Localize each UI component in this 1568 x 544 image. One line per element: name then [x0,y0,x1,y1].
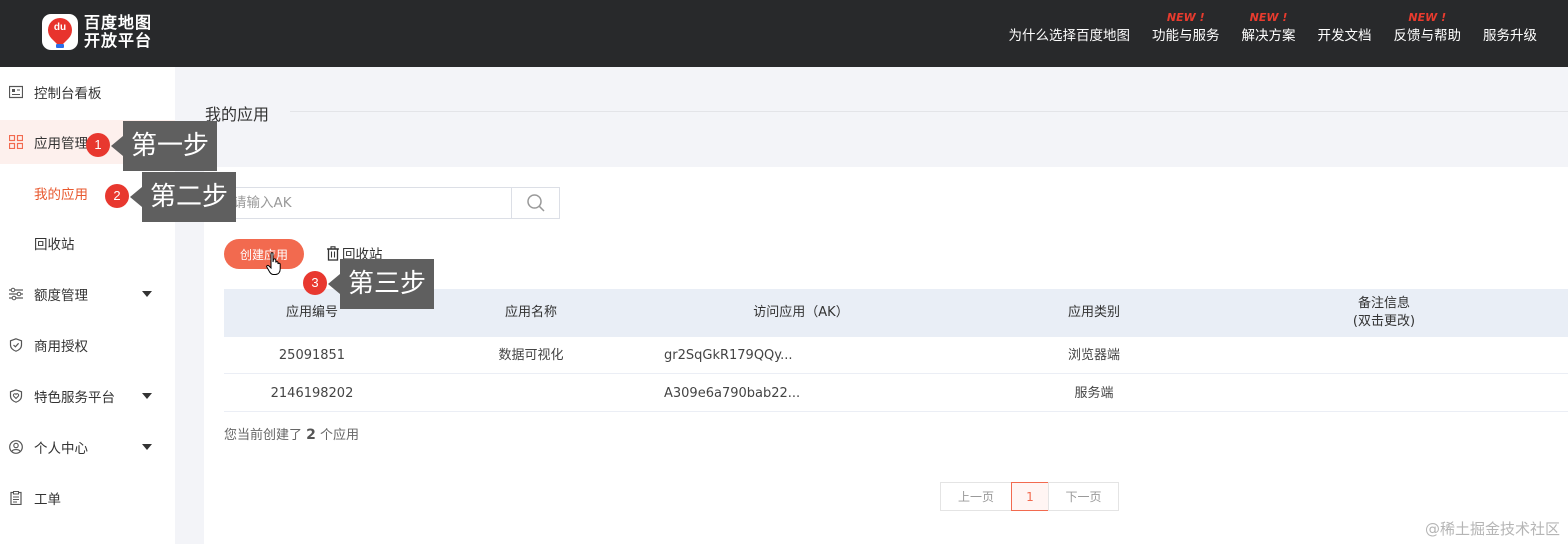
sidebar-item-featured-services[interactable]: 特色服务平台 [0,374,175,418]
cell-app-name [442,375,620,412]
sidebar-item-quota[interactable]: 额度管理 [0,272,175,316]
title-divider [290,111,1568,112]
user-icon [9,440,23,454]
step-1-callout: 第一步 [110,121,218,171]
nav-features[interactable]: NEW ! 功能与服务 [1141,0,1231,67]
search-box [224,187,560,219]
step-1-marker: 1 [86,133,110,157]
cell-ak[interactable]: A309e6a790bab22... [664,375,924,412]
sidebar-item-dashboard[interactable]: 控制台看板 [0,70,175,114]
step-3-callout: 第三步 [327,259,435,309]
sidebar-item-label: 商用授权 [34,339,88,355]
step-2-callout: 第二步 [129,172,237,222]
new-badge: NEW ! [1408,11,1447,24]
cell-app-type: 浏览器端 [1067,348,1120,363]
cell-app-id: 25091851 [278,348,346,363]
sidebar-item-label: 我的应用 [34,187,88,203]
main-header: 我的应用 [175,67,1568,167]
cell-note[interactable] [1284,337,1484,374]
page-1-button[interactable]: 1 [1011,482,1049,511]
sidebar-item-label: 回收站 [34,237,75,253]
app-count: 2 [306,427,316,443]
col-app-type: 应用类别 [1067,305,1120,320]
main-content: 创建应用 回收站 应用编号 应用名称 访问应用（AK） 应用类别 备注信息 (双… [204,167,1568,544]
sidebar-item-personal-center[interactable]: 个人中心 [0,425,175,469]
dashboard-icon [9,85,23,99]
cell-app-id: 2146198202 [270,386,354,401]
sidebar-item-label: 控制台看板 [34,86,102,102]
col-ak: 访问应用（AK） [753,305,849,320]
chevron-down-icon [142,291,152,297]
nav-solutions[interactable]: NEW ! 解决方案 [1231,0,1307,67]
table-row[interactable]: 2146198202 A309e6a790bab22... 服务端 [224,375,1568,412]
top-bar: du 百度地图 开放平台 为什么选择百度地图 NEW ! 功能与服务 NEW ! 解… [0,0,1568,67]
sidebar-item-label: 个人中心 [34,441,88,457]
col-note: 备注信息 (双击更改) [1352,296,1416,329]
search-icon [526,194,545,212]
sidebar-item-commercial-license[interactable]: 商用授权 [0,323,175,367]
chevron-down-icon [142,444,152,450]
new-badge: NEW ! [1249,11,1288,24]
shield-check-icon [9,338,23,352]
next-page-button[interactable]: 下一页 [1048,482,1119,511]
cell-note[interactable] [1284,375,1484,412]
watermark: @稀土掘金技术社区 [1424,520,1560,538]
sidebar-item-recycle-bin[interactable]: 回收站 [0,221,175,265]
create-app-button[interactable]: 创建应用 [224,239,304,269]
hand-cursor-icon [266,252,281,275]
nav-upgrade[interactable]: 服务升级 [1472,0,1548,67]
new-badge: NEW ! [1166,11,1205,24]
app-count-summary: 您当前创建了 2 个应用 [224,427,360,443]
pagination: 上一页 1 下一页 [940,482,1119,511]
sidebar-item-label: 应用管理 [34,136,88,152]
col-app-name: 应用名称 [504,305,557,320]
nav-docs[interactable]: 开发文档 [1307,0,1383,67]
step-2-marker: 2 [105,184,129,208]
shield-heart-icon [9,389,23,403]
nav-feedback[interactable]: NEW ! 反馈与帮助 [1383,0,1473,67]
chevron-down-icon [142,393,152,399]
table-row[interactable]: 25091851 数据可视化 gr2SqGkR179QQy... 浏览器端 [224,337,1568,374]
sidebar-item-label: 额度管理 [34,288,88,304]
cell-app-type: 服务端 [1074,386,1114,401]
nav-why-baidu[interactable]: 为什么选择百度地图 [998,0,1142,67]
clipboard-icon [10,491,22,505]
sidebar-item-label: 工单 [34,492,61,508]
grid-icon [9,135,23,149]
baidu-map-logo-icon: du [42,13,78,50]
prev-page-button[interactable]: 上一页 [940,482,1012,511]
sidebar-item-label: 特色服务平台 [34,390,115,406]
logo-text: 百度地图 开放平台 [84,13,153,50]
step-3-marker: 3 [303,271,327,295]
sidebar-item-work-order[interactable]: 工单 [0,476,175,520]
sliders-icon [9,287,23,301]
logo[interactable]: du 百度地图 开放平台 [42,13,153,50]
trash-icon [327,245,339,261]
ak-search-input[interactable] [225,188,511,218]
cell-ak[interactable]: gr2SqGkR179QQy... [664,337,924,374]
search-button[interactable] [511,188,559,218]
top-nav: 为什么选择百度地图 NEW ! 功能与服务 NEW ! 解决方案 开发文档 NEW … [998,0,1549,67]
cell-app-name: 数据可视化 [498,348,564,363]
